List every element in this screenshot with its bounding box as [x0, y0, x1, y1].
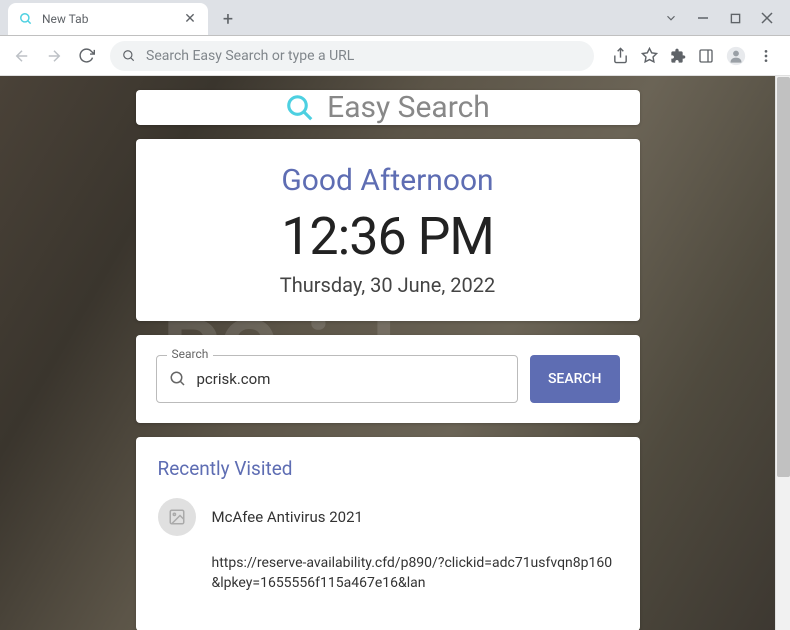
recent-item-text: McAfee Antivirus 2021: [212, 508, 363, 526]
page-content: PCrisk.com Easy Search Good Afternoon 12…: [0, 76, 775, 630]
address-bar[interactable]: Search Easy Search or type a URL: [110, 41, 594, 71]
logo-text: Easy Search: [327, 90, 490, 125]
search-label: Search: [167, 347, 214, 361]
tab-title: New Tab: [42, 12, 174, 26]
browser-titlebar: New Tab ✕ +: [0, 0, 790, 36]
image-placeholder-icon: [158, 498, 196, 536]
toolbar-actions: [604, 46, 782, 66]
logo-card: Easy Search: [136, 90, 640, 125]
search-icon: [285, 93, 315, 123]
recent-item-text: https://reserve-availability.cfd/p890/?c…: [212, 554, 618, 593]
search-input[interactable]: [197, 370, 505, 388]
time-text: 12:36 PM: [160, 206, 616, 267]
greeting-text: Good Afternoon: [160, 163, 616, 198]
recently-visited-title: Recently Visited: [158, 457, 618, 480]
bookmark-icon[interactable]: [641, 47, 658, 64]
share-icon[interactable]: [612, 47, 629, 64]
scrollbar[interactable]: [775, 76, 790, 630]
back-button[interactable]: [8, 42, 36, 70]
close-icon[interactable]: ✕: [182, 11, 198, 27]
window-controls: [664, 0, 790, 36]
sidepanel-icon[interactable]: [698, 48, 714, 64]
browser-toolbar: Search Easy Search or type a URL: [0, 36, 790, 76]
menu-icon[interactable]: [758, 48, 774, 64]
reload-button[interactable]: [72, 42, 100, 70]
scrollbar-thumb[interactable]: [777, 77, 790, 477]
list-item[interactable]: McAfee Antivirus 2021: [158, 498, 618, 536]
minimize-icon[interactable]: [696, 12, 710, 24]
search-card: Search SEARCH: [136, 335, 640, 423]
date-text: Thursday, 30 June, 2022: [160, 273, 616, 297]
new-tab-button[interactable]: +: [214, 5, 242, 33]
recently-visited-card: Recently Visited McAfee Antivirus 2021 h…: [136, 437, 640, 630]
search-icon: [18, 11, 34, 27]
search-icon: [169, 370, 187, 388]
browser-tab[interactable]: New Tab ✕: [8, 3, 208, 35]
forward-button[interactable]: [40, 42, 68, 70]
chevron-down-icon[interactable]: [664, 11, 678, 25]
search-field[interactable]: Search: [156, 355, 518, 403]
search-button[interactable]: SEARCH: [530, 355, 620, 403]
search-icon: [122, 49, 136, 63]
extensions-icon[interactable]: [670, 48, 686, 64]
maximize-icon[interactable]: [728, 13, 742, 24]
omnibox-placeholder: Search Easy Search or type a URL: [146, 48, 354, 64]
profile-icon[interactable]: [726, 46, 746, 66]
clock-card: Good Afternoon 12:36 PM Thursday, 30 Jun…: [136, 139, 640, 321]
list-item[interactable]: https://reserve-availability.cfd/p890/?c…: [158, 554, 618, 593]
close-window-icon[interactable]: [760, 12, 774, 24]
